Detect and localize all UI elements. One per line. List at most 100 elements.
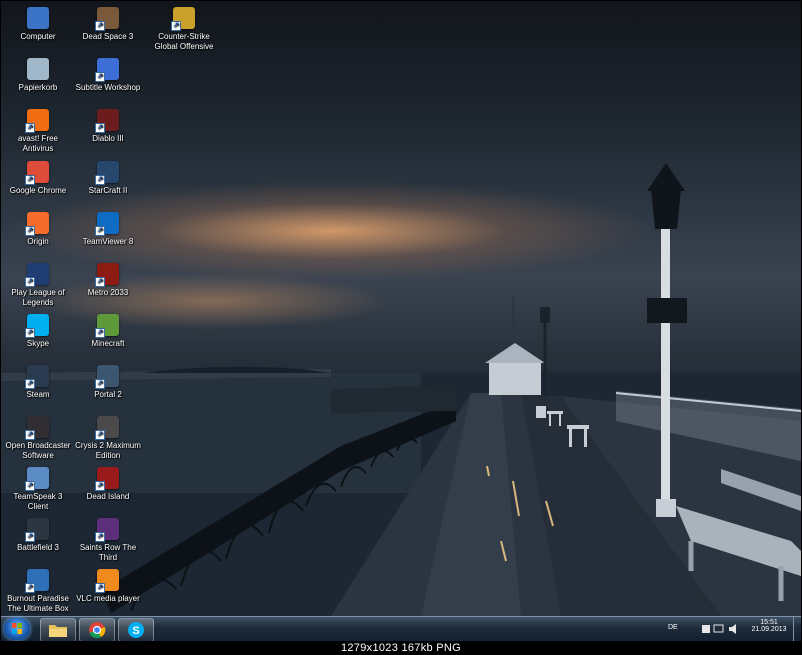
desktop-icon-crysis[interactable]: ↗ Crysis 2 Maximum Edition (73, 416, 143, 460)
desktop-icon-label: TeamSpeak 3 Client (13, 492, 63, 511)
shortcut-arrow-icon: ↗ (25, 583, 35, 593)
svg-text:S: S (132, 625, 139, 637)
portal-icon: ↗ (95, 365, 119, 389)
language-indicator[interactable]: DE (668, 624, 678, 631)
windows-logo-icon (12, 623, 22, 634)
desktop-icon-dead-space[interactable]: ↗ Dead Space 3 (73, 7, 143, 42)
desktop-icon-computer[interactable]: Computer (3, 7, 73, 42)
network-icon (713, 624, 724, 633)
shortcut-arrow-icon: ↗ (25, 123, 35, 133)
desktop-icon-label: Counter-Strike Global Offensive (154, 32, 214, 51)
tray-icons (702, 624, 736, 634)
crysis-icon: ↗ (95, 416, 119, 440)
desktop-icon-label: TeamViewer 8 (82, 237, 134, 246)
desktop-icon-obs[interactable]: ↗ Open Broadcaster Software (3, 416, 73, 460)
shortcut-arrow-icon: ↗ (95, 328, 105, 338)
shortcut-arrow-icon: ↗ (95, 72, 105, 82)
desktop-icon-label: Portal 2 (94, 390, 122, 399)
flag-icon (702, 625, 710, 633)
saints-row-icon: ↗ (95, 518, 119, 542)
desktop-icon-label: Open Broadcaster Software (5, 441, 71, 460)
desktop-icon-label: Computer (20, 32, 56, 41)
taskbar-chrome-button[interactable] (79, 618, 115, 642)
desktop-icon-label: Diablo III (92, 134, 124, 143)
skype-icon: S (128, 622, 144, 638)
desktop-icon-teamspeak[interactable]: ↗ TeamSpeak 3 Client (3, 467, 73, 511)
burnout-icon: ↗ (25, 569, 49, 593)
desktop-icon-teamviewer[interactable]: ↗ TeamViewer 8 (73, 212, 143, 247)
desktop-icon-chrome[interactable]: ↗ Google Chrome (3, 161, 73, 196)
battlefield-icon: ↗ (25, 518, 49, 542)
shortcut-arrow-icon: ↗ (95, 583, 105, 593)
chrome-icon (89, 622, 106, 639)
dead-space-icon: ↗ (95, 7, 119, 31)
steam-icon: ↗ (25, 365, 49, 389)
teamviewer-icon: ↗ (95, 212, 119, 236)
obs-icon: ↗ (25, 416, 49, 440)
desktop-icon-label: Dead Space 3 (82, 32, 134, 41)
chrome-icon: ↗ (25, 161, 49, 185)
shortcut-arrow-icon: ↗ (25, 532, 35, 542)
shortcut-arrow-icon: ↗ (25, 481, 35, 491)
metro-icon: ↗ (95, 263, 119, 287)
desktop-icon-label: Papierkorb (18, 83, 58, 92)
desktop: Computer Papierkorb ↗ avast! Free Antivirus… (1, 1, 801, 616)
desktop-icon-label: VLC media player (76, 594, 140, 603)
desktop-icon-subtitle-workshop[interactable]: ↗ Subtitle Workshop (73, 58, 143, 93)
desktop-icon-label: Subtitle Workshop (75, 83, 141, 92)
desktop-icon-label: Dead Island (86, 492, 130, 501)
taskbar-explorer-button[interactable] (40, 618, 76, 642)
minecraft-icon: ↗ (95, 314, 119, 338)
origin-icon: ↗ (25, 212, 49, 236)
desktop-icon-avast[interactable]: ↗ avast! Free Antivirus (3, 109, 73, 153)
shortcut-arrow-icon: ↗ (25, 226, 35, 236)
shortcut-arrow-icon: ↗ (25, 277, 35, 287)
show-desktop-button[interactable] (793, 617, 802, 641)
desktop-icon-label: Minecraft (91, 339, 125, 348)
desktop-icon-diablo[interactable]: ↗ Diablo III (73, 109, 143, 144)
desktop-icon-label: Steam (26, 390, 50, 399)
shortcut-arrow-icon: ↗ (25, 328, 35, 338)
shortcut-arrow-icon: ↗ (25, 175, 35, 185)
shortcut-arrow-icon: ↗ (95, 175, 105, 185)
start-button[interactable] (4, 618, 30, 640)
desktop-icon-minecraft[interactable]: ↗ Minecraft (73, 314, 143, 349)
shortcut-arrow-icon: ↗ (95, 379, 105, 389)
desktop-icon-label: Saints Row The Third (79, 543, 137, 562)
volume-icon (729, 624, 736, 634)
desktop-icon-saints-row[interactable]: ↗ Saints Row The Third (73, 518, 143, 562)
desktop-icon-label: Google Chrome (9, 186, 67, 195)
desktop-icon-skype[interactable]: ↗ Skype (3, 314, 73, 349)
dead-island-icon: ↗ (95, 467, 119, 491)
desktop-icon-burnout[interactable]: ↗ Burnout Paradise The Ultimate Box (3, 569, 73, 613)
shortcut-arrow-icon: ↗ (95, 21, 105, 31)
desktop-icon-metro[interactable]: ↗ Metro 2033 (73, 263, 143, 298)
desktop-icon-label: Metro 2033 (87, 288, 129, 297)
recycle-bin-icon (27, 58, 49, 80)
shortcut-arrow-icon: ↗ (171, 21, 181, 31)
taskbar: S DE 15:51 21.09.2013 (1, 616, 802, 642)
desktop-icon-recycle-bin[interactable]: Papierkorb (3, 58, 73, 93)
taskbar-skype-button[interactable]: S (118, 618, 154, 642)
desktop-icon-vlc[interactable]: ↗ VLC media player (73, 569, 143, 604)
shortcut-arrow-icon: ↗ (25, 430, 35, 440)
desktop-icon-steam[interactable]: ↗ Steam (3, 365, 73, 400)
desktop-icon-starcraft[interactable]: ↗ StarCraft II (73, 161, 143, 196)
diablo-icon: ↗ (95, 109, 119, 133)
csgo-icon: ↗ (171, 7, 195, 31)
shortcut-arrow-icon: ↗ (25, 379, 35, 389)
shortcut-arrow-icon: ↗ (95, 277, 105, 287)
subtitle-workshop-icon: ↗ (95, 58, 119, 82)
desktop-icon-portal[interactable]: ↗ Portal 2 (73, 365, 143, 400)
desktop-icon-csgo[interactable]: ↗ Counter-Strike Global Offensive (149, 7, 219, 51)
shortcut-arrow-icon: ↗ (95, 226, 105, 236)
desktop-icon-league-of-legends[interactable]: ↗ Play League of Legends (3, 263, 73, 307)
starcraft-icon: ↗ (95, 161, 119, 185)
desktop-icon-dead-island[interactable]: ↗ Dead Island (73, 467, 143, 502)
clock[interactable]: 15:51 21.09.2013 (749, 619, 789, 633)
desktop-icon-label: Battlefield 3 (17, 543, 59, 552)
desktop-icon-battlefield[interactable]: ↗ Battlefield 3 (3, 518, 73, 553)
folder-icon (49, 625, 67, 637)
desktop-icon-origin[interactable]: ↗ Origin (3, 212, 73, 247)
shortcut-arrow-icon: ↗ (95, 481, 105, 491)
